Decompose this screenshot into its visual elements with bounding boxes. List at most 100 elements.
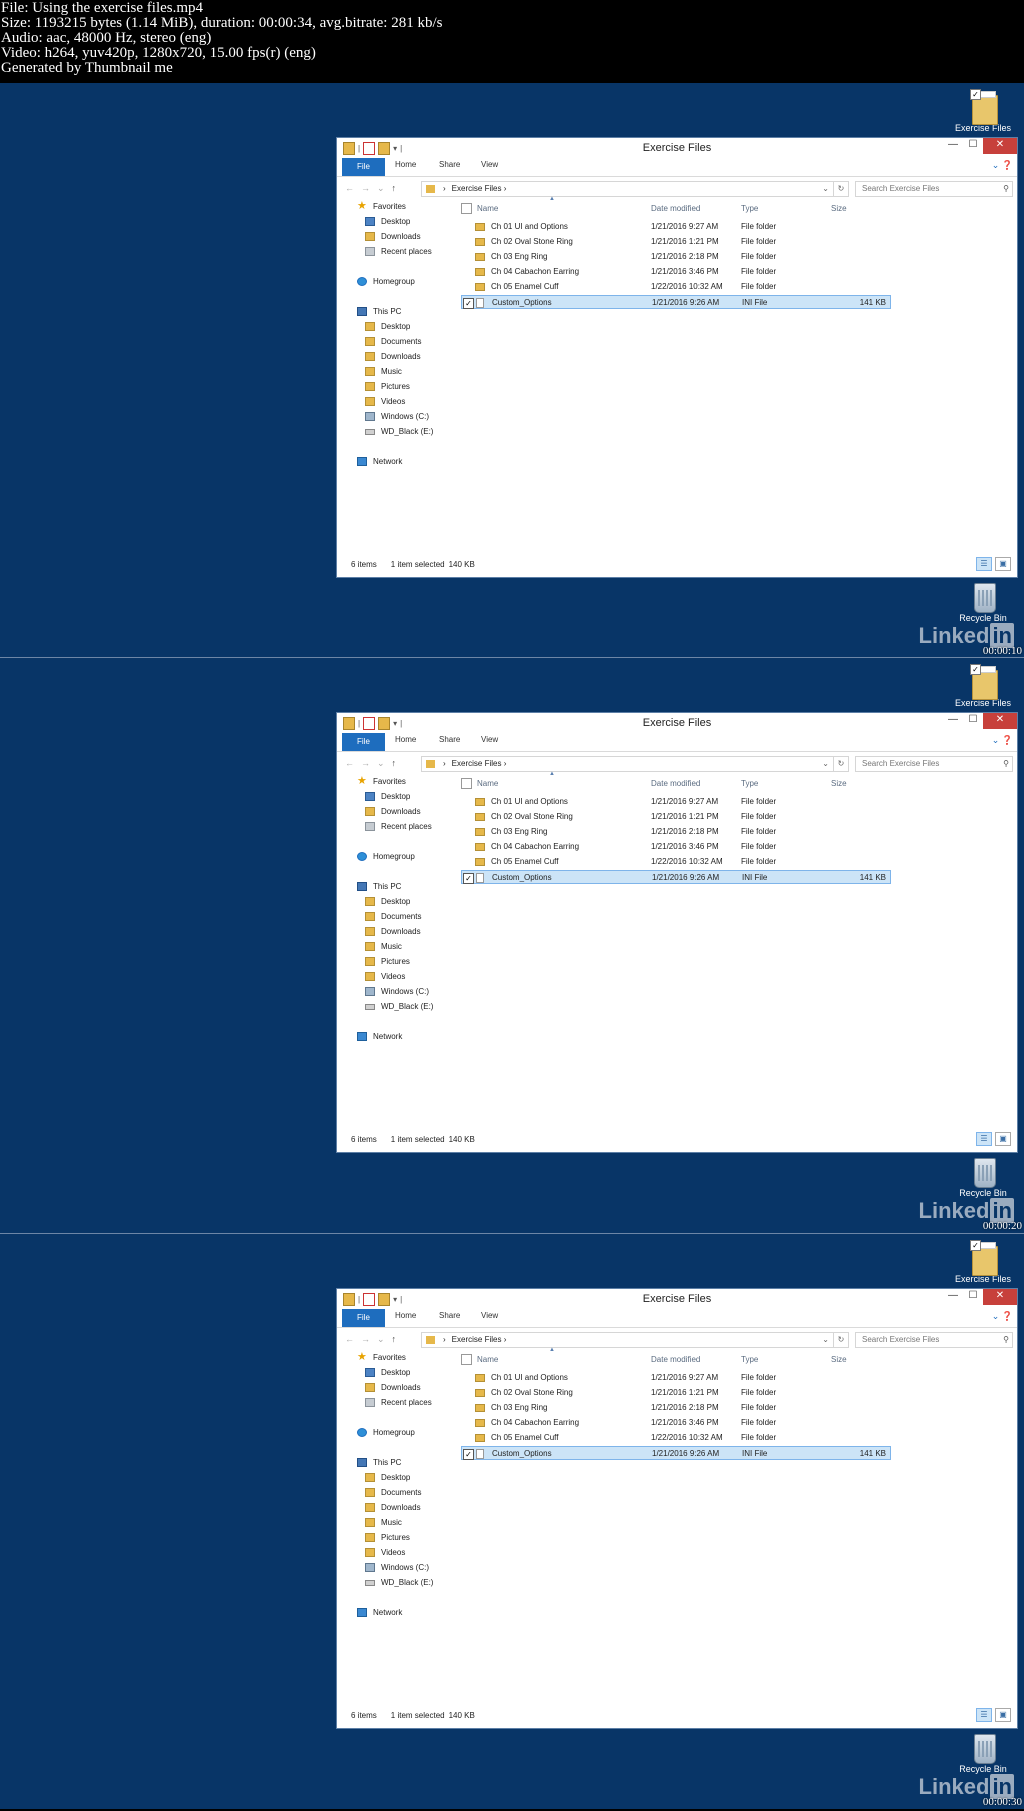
- close-button[interactable]: ✕: [983, 138, 1017, 154]
- nav-homegroup[interactable]: Homegroup: [357, 1428, 415, 1437]
- nav-pc-desktop[interactable]: Desktop: [365, 322, 410, 331]
- nav-downloads[interactable]: Downloads: [365, 232, 421, 241]
- nav-pictures[interactable]: Pictures: [365, 1533, 410, 1542]
- nav-windows-c[interactable]: Windows (C:): [365, 1563, 429, 1572]
- nav-pc-downloads[interactable]: Downloads: [365, 927, 421, 936]
- table-row[interactable]: Ch 04 Cabachon Earring 1/21/2016 3:46 PM F…: [461, 265, 891, 279]
- minimize-button[interactable]: —: [943, 713, 963, 729]
- nav-music[interactable]: Music: [365, 942, 402, 951]
- nav-this-pc[interactable]: This PC: [357, 1458, 401, 1467]
- table-row[interactable]: Ch 01 UI and Options 1/21/2016 9:27 AM Fil…: [461, 220, 891, 234]
- nav-wd-black[interactable]: WD_Black (E:): [365, 1002, 433, 1011]
- nav-pc-downloads[interactable]: Downloads: [365, 352, 421, 361]
- address-bar[interactable]: › Exercise Files › ⌄: [421, 181, 834, 197]
- nav-recent-places[interactable]: Recent places: [365, 247, 432, 256]
- desktop-recycle-bin[interactable]: Recycle Bin: [953, 1730, 1013, 1774]
- desktop-recycle-bin[interactable]: Recycle Bin: [953, 579, 1013, 623]
- help-icon[interactable]: ❓: [1002, 160, 1013, 170]
- chevron-down-icon[interactable]: ⌄: [822, 757, 829, 771]
- desktop-recycle-bin[interactable]: Recycle Bin: [953, 1154, 1013, 1198]
- maximize-button[interactable]: ☐: [963, 1289, 983, 1305]
- large-icons-view-icon[interactable]: ▣: [995, 557, 1011, 571]
- chevron-down-icon[interactable]: ⌄: [822, 1333, 829, 1347]
- nav-favorites[interactable]: ★ Favorites: [357, 776, 406, 787]
- tab-share[interactable]: Share: [439, 735, 460, 744]
- desktop-exercise-files[interactable]: ✓ Exercise Files: [953, 1240, 1013, 1284]
- table-row[interactable]: Ch 02 Oval Stone Ring 1/21/2016 1:21 PM Fi…: [461, 1386, 891, 1400]
- nav-documents[interactable]: Documents: [365, 912, 421, 921]
- tab-view[interactable]: View: [481, 160, 498, 169]
- table-row[interactable]: Ch 05 Enamel Cuff 1/22/2016 10:32 AM File …: [461, 1431, 891, 1445]
- nav-music[interactable]: Music: [365, 1518, 402, 1527]
- table-row[interactable]: Ch 03 Eng Ring 1/21/2016 2:18 PM File fold…: [461, 250, 891, 264]
- maximize-button[interactable]: ☐: [963, 138, 983, 154]
- table-row[interactable]: Ch 02 Oval Stone Ring 1/21/2016 1:21 PM Fi…: [461, 235, 891, 249]
- address-bar[interactable]: › Exercise Files › ⌄: [421, 1332, 834, 1348]
- up-button[interactable]: ↑: [392, 1334, 397, 1345]
- column-size[interactable]: Size: [831, 779, 847, 788]
- tab-file[interactable]: File: [342, 1309, 385, 1327]
- large-icons-view-icon[interactable]: ▣: [995, 1132, 1011, 1146]
- column-date-modified[interactable]: Date modified: [651, 779, 700, 788]
- nav-this-pc[interactable]: This PC: [357, 307, 401, 316]
- address-bar[interactable]: › Exercise Files › ⌄: [421, 756, 834, 772]
- large-icons-view-icon[interactable]: ▣: [995, 1708, 1011, 1722]
- nav-favorites[interactable]: ★ Favorites: [357, 1352, 406, 1363]
- search-input[interactable]: Search Exercise Files ⚲: [855, 181, 1013, 197]
- tab-share[interactable]: Share: [439, 160, 460, 169]
- nav-wd-black[interactable]: WD_Black (E:): [365, 1578, 433, 1587]
- close-button[interactable]: ✕: [983, 713, 1017, 729]
- details-view-icon[interactable]: ☰: [976, 557, 992, 571]
- table-row[interactable]: ✓ Custom_Options 1/21/2016 9:26 AM INI File…: [461, 870, 891, 884]
- column-date-modified[interactable]: Date modified: [651, 1355, 700, 1364]
- nav-windows-c[interactable]: Windows (C:): [365, 987, 429, 996]
- search-input[interactable]: Search Exercise Files ⚲: [855, 1332, 1013, 1348]
- chevron-down-icon[interactable]: ⌄: [992, 735, 1000, 745]
- maximize-button[interactable]: ☐: [963, 713, 983, 729]
- nav-downloads[interactable]: Downloads: [365, 1383, 421, 1392]
- chevron-down-icon[interactable]: ⌄: [992, 1311, 1000, 1321]
- select-all-checkbox[interactable]: [461, 203, 472, 214]
- breadcrumb[interactable]: Exercise Files: [452, 759, 502, 768]
- nav-favorites[interactable]: ★ Favorites: [357, 201, 406, 212]
- tab-view[interactable]: View: [481, 735, 498, 744]
- chevron-down-icon[interactable]: ⌄: [992, 160, 1000, 170]
- column-date-modified[interactable]: Date modified: [651, 204, 700, 213]
- nav-pc-desktop[interactable]: Desktop: [365, 1473, 410, 1482]
- up-button[interactable]: ↑: [392, 183, 397, 194]
- nav-wd-black[interactable]: WD_Black (E:): [365, 427, 433, 436]
- nav-network[interactable]: Network: [357, 457, 402, 466]
- table-row[interactable]: ✓ Custom_Options 1/21/2016 9:26 AM INI File…: [461, 1446, 891, 1460]
- recent-dropdown[interactable]: ⌄: [377, 183, 385, 194]
- row-checkbox[interactable]: ✓: [463, 873, 474, 884]
- nav-downloads[interactable]: Downloads: [365, 807, 421, 816]
- column-name[interactable]: Name: [477, 1355, 498, 1364]
- refresh-button[interactable]: ↻: [833, 181, 849, 197]
- nav-network[interactable]: Network: [357, 1032, 402, 1041]
- column-name[interactable]: Name: [477, 779, 498, 788]
- tab-file[interactable]: File: [342, 733, 385, 751]
- refresh-button[interactable]: ↻: [833, 1332, 849, 1348]
- nav-homegroup[interactable]: Homegroup: [357, 852, 415, 861]
- column-type[interactable]: Type: [741, 1355, 758, 1364]
- chevron-down-icon[interactable]: ⌄: [822, 182, 829, 196]
- back-button[interactable]: ←: [345, 1334, 354, 1345]
- nav-homegroup[interactable]: Homegroup: [357, 277, 415, 286]
- details-view-icon[interactable]: ☰: [976, 1132, 992, 1146]
- recent-dropdown[interactable]: ⌄: [377, 758, 385, 769]
- nav-recent-places[interactable]: Recent places: [365, 1398, 432, 1407]
- column-name[interactable]: Name: [477, 204, 498, 213]
- column-type[interactable]: Type: [741, 204, 758, 213]
- nav-videos[interactable]: Videos: [365, 1548, 405, 1557]
- help-icon[interactable]: ❓: [1002, 735, 1013, 745]
- select-all-checkbox[interactable]: [461, 778, 472, 789]
- breadcrumb[interactable]: Exercise Files: [452, 1335, 502, 1344]
- table-row[interactable]: Ch 01 UI and Options 1/21/2016 9:27 AM Fil…: [461, 1371, 891, 1385]
- back-button[interactable]: ←: [345, 183, 354, 194]
- nav-documents[interactable]: Documents: [365, 1488, 421, 1497]
- nav-desktop[interactable]: Desktop: [365, 1368, 410, 1377]
- tab-home[interactable]: Home: [395, 160, 416, 169]
- close-button[interactable]: ✕: [983, 1289, 1017, 1305]
- desktop-exercise-files[interactable]: ✓ Exercise Files: [953, 664, 1013, 708]
- nav-windows-c[interactable]: Windows (C:): [365, 412, 429, 421]
